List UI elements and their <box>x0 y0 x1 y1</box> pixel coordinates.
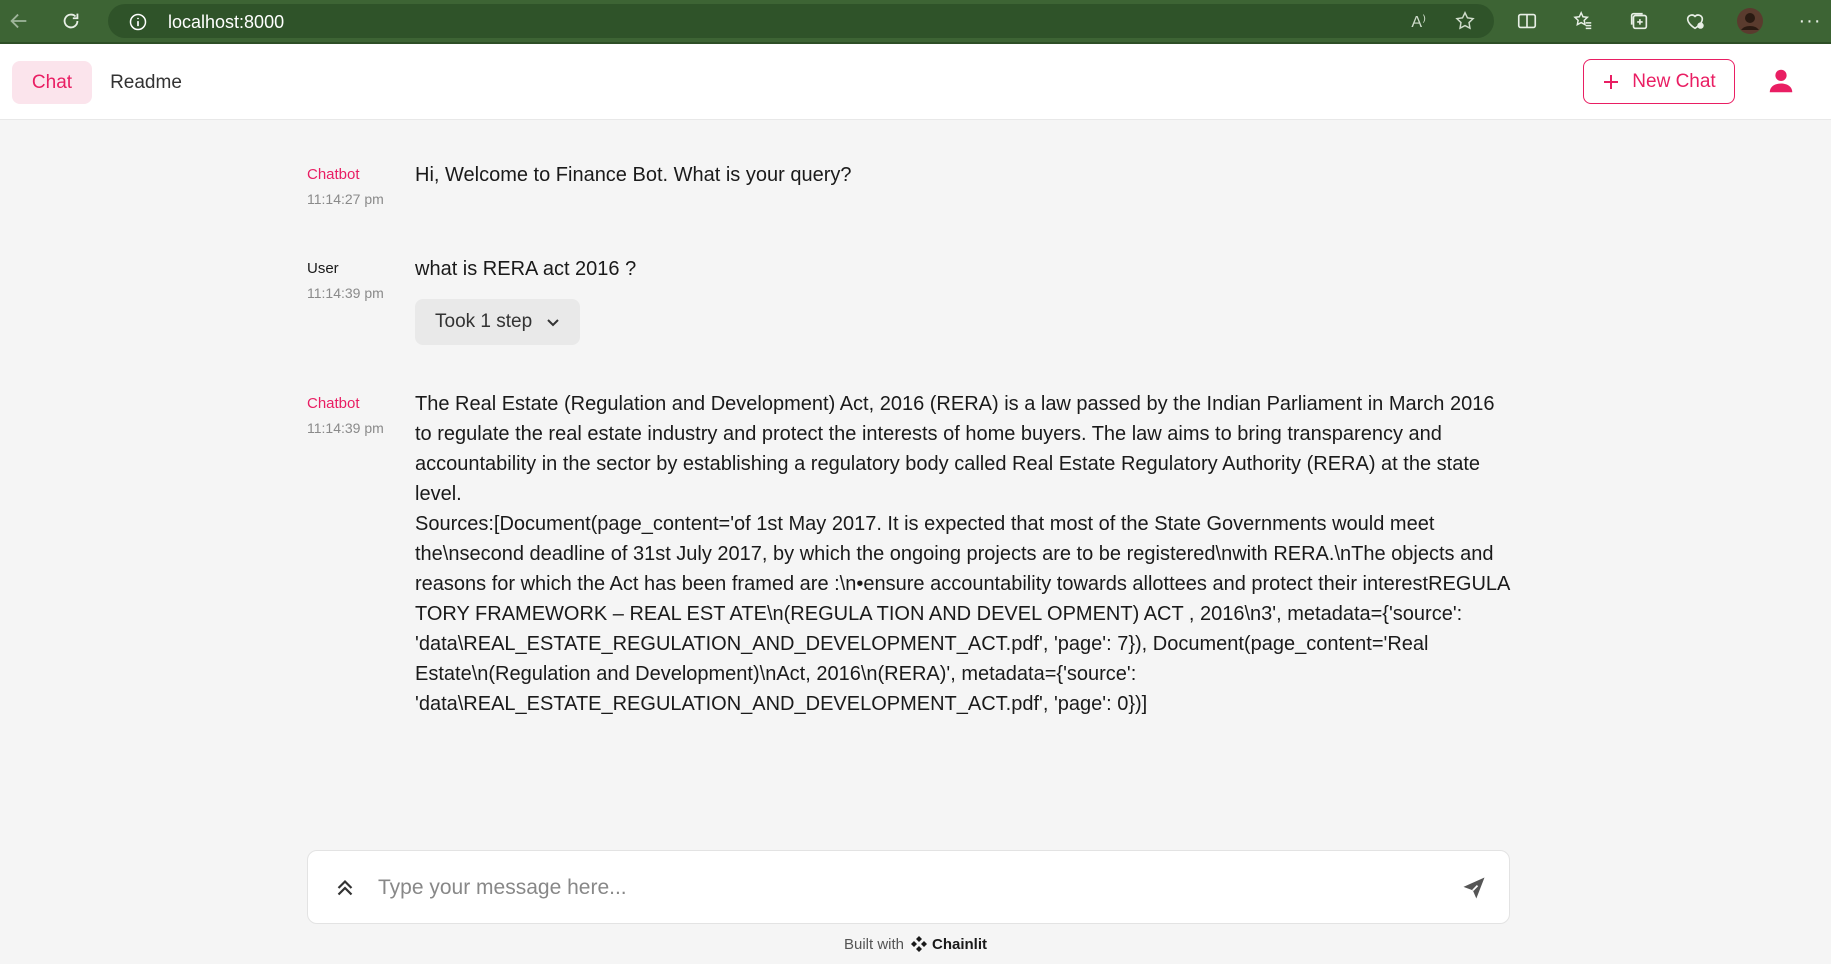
chainlit-logo-icon <box>911 936 928 952</box>
message-composer <box>307 850 1510 924</box>
favorites-icon[interactable] <box>1570 8 1596 34</box>
new-chat-label: New Chat <box>1632 70 1716 92</box>
collections-icon[interactable] <box>1626 8 1652 34</box>
site-info-icon[interactable] <box>128 12 148 37</box>
user-account-icon[interactable] <box>1766 66 1796 96</box>
message-time: 11:14:39 pm <box>307 420 384 436</box>
more-options-icon[interactable]: ··· <box>1797 8 1823 34</box>
profile-avatar-icon[interactable] <box>1737 8 1763 34</box>
message-author: User <box>307 260 339 277</box>
message-content: what is RERA act 2016 ? <box>415 258 637 280</box>
read-aloud-icon[interactable]: A⁾ <box>1411 12 1426 32</box>
message-author: Chatbot <box>307 166 360 183</box>
built-with-text: Built with <box>843 935 905 953</box>
chevron-down-icon <box>547 319 559 327</box>
message-content: Hi, Welcome to Finance Bot. What is your… <box>415 164 852 186</box>
browser-essentials-icon[interactable] <box>1682 8 1708 34</box>
send-icon[interactable] <box>1460 874 1488 902</box>
message-author: Chatbot <box>307 395 360 412</box>
app-header: Chat Readme New Chat <box>0 44 1831 120</box>
url-text: localhost:8000 <box>168 12 285 32</box>
browser-toolbar: localhost:8000 A⁾ ··· <box>0 0 1831 44</box>
back-icon[interactable] <box>6 8 32 34</box>
split-screen-icon[interactable] <box>1514 8 1540 34</box>
refresh-icon[interactable] <box>58 8 84 34</box>
new-chat-button[interactable]: New Chat <box>1583 59 1735 104</box>
chainlit-brand-label: Chainlit <box>932 935 988 953</box>
steps-label: Took 1 step <box>435 311 533 332</box>
steps-toggle-button[interactable]: Took 1 step <box>415 299 580 345</box>
message-input[interactable] <box>378 867 1438 909</box>
expand-icon[interactable] <box>332 875 358 901</box>
plus-icon <box>1604 74 1619 89</box>
message-content: The Real Estate (Regulation and Developm… <box>415 393 1510 715</box>
message-time: 11:14:39 pm <box>307 285 384 301</box>
built-with-footer: Built with Chainlit <box>0 935 1831 953</box>
tab-chat[interactable]: Chat <box>12 61 92 104</box>
chainlit-brand[interactable]: Chainlit <box>910 935 987 953</box>
favorite-star-icon[interactable] <box>1454 10 1476 37</box>
address-bar[interactable]: localhost:8000 A⁾ <box>108 4 1494 38</box>
message-time: 11:14:27 pm <box>307 191 384 207</box>
tab-readme[interactable]: Readme <box>96 61 196 104</box>
